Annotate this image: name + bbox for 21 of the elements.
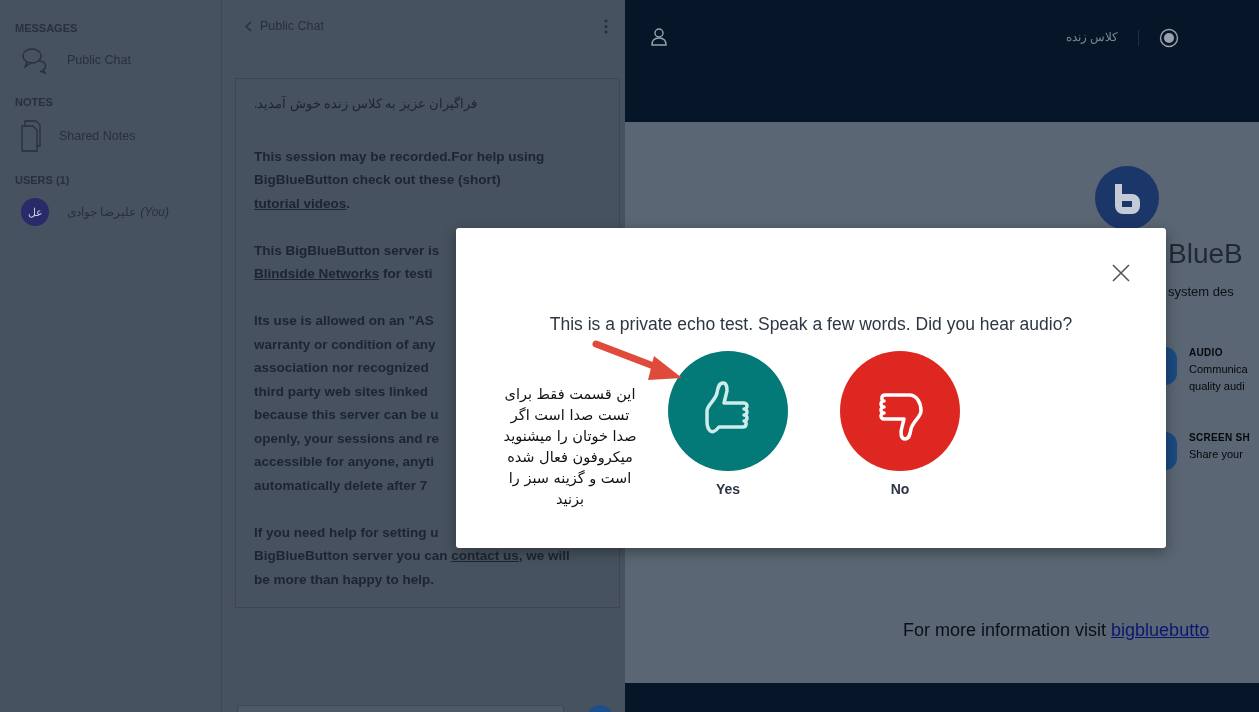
feature-text: Communica xyxy=(1189,363,1248,375)
welcome-heading: BlueB xyxy=(1168,238,1244,270)
annotation-text: این قسمت فقط برای تست صدا است اگر صدا خوتان را میشنوید میکروفون فعال شده است و گزینه سبز را بزنید xyxy=(502,385,638,509)
meeting-title: کلاس زنده xyxy=(1065,30,1118,44)
user-icon[interactable] xyxy=(651,28,667,46)
dialog-question: This is a private echo test. Speak a few words. Did you hear audio? xyxy=(548,314,1074,335)
feature-title: SCREEN SH xyxy=(1189,432,1251,443)
speech-bubbles-icon xyxy=(21,46,49,74)
more-options-icon[interactable] xyxy=(604,18,608,34)
welcome-subtitle: system des xyxy=(1168,284,1235,299)
link[interactable]: bigbluebutto xyxy=(1111,620,1210,640)
user-avatar: عل xyxy=(21,198,49,226)
feature-text: quality audi xyxy=(1189,380,1246,392)
feature-title: AUDIO xyxy=(1189,347,1224,358)
logo-icon xyxy=(1095,166,1159,230)
back-chevron-icon[interactable] xyxy=(245,20,252,32)
info-text: For more information visit bigbluebutto xyxy=(903,620,1211,641)
documents-icon xyxy=(21,120,41,152)
record-icon[interactable] xyxy=(1159,28,1179,48)
feature-text: Share your xyxy=(1189,448,1244,460)
close-icon[interactable] xyxy=(1110,262,1132,284)
